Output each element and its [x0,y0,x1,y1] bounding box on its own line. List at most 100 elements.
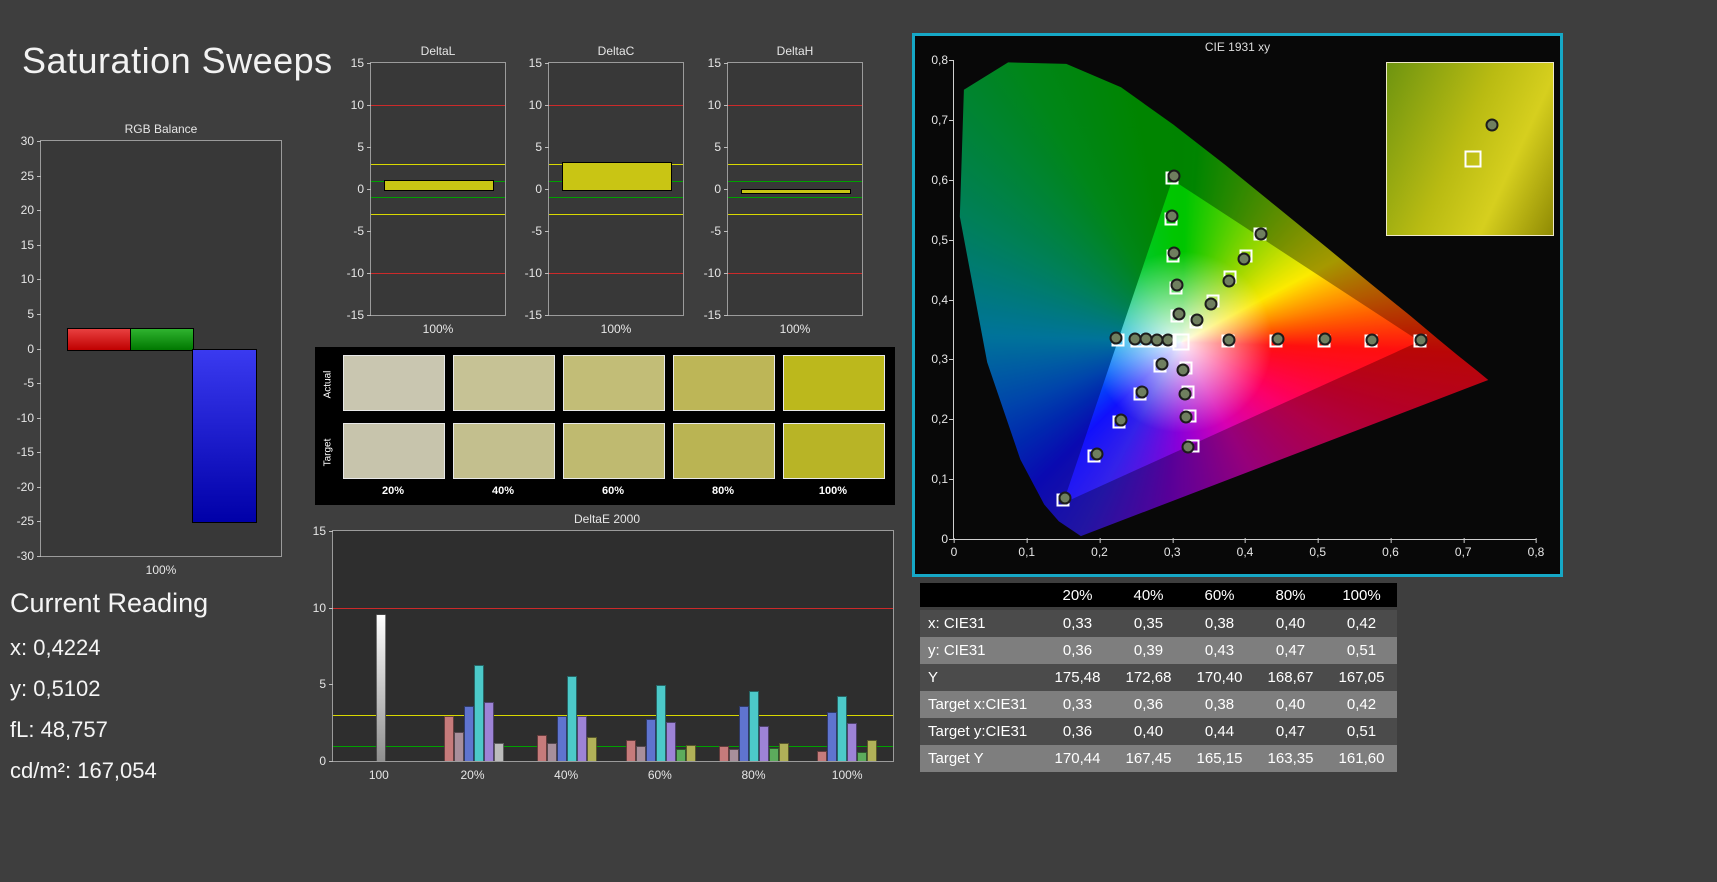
rgb-balance-chart[interactable]: RGB Balance 302520151050-5-10-15-20-25-3… [40,122,282,577]
delta-2-refline [728,214,862,215]
cie-1931-xy-panel[interactable]: CIE 1931 xy 00,10,20,30,40,50,60,70,80,8… [912,33,1563,577]
deltae2000-bar [837,696,847,761]
table-cell: 172,68 [1113,664,1184,691]
delta-0-ytick: 0 [357,183,364,195]
deltae2000-bar [867,740,877,761]
table-cell: 0,33 [1042,610,1113,637]
delta-0-refline [371,105,505,106]
table-cell: 170,44 [1042,745,1113,772]
cie-measured-circle [1222,333,1235,346]
deltae2000-bar [646,719,656,761]
deltae2000-ytick: 10 [313,602,326,614]
table-cell: 0,43 [1184,637,1255,664]
target-swatch-40% [453,423,555,479]
delta-2-ytick: -15 [704,309,721,321]
table-cell: 0,39 [1113,637,1184,664]
rgb-balance-ytick: 20 [21,204,34,216]
delta-2-ytick: 10 [708,99,721,111]
cie-measured-circle [1255,227,1268,240]
delta-1-refline [549,197,683,198]
swatch-row-label-actual: Actual [323,356,334,414]
saturation-sweeps-page: Saturation Sweeps RGB Balance 3025201510… [0,0,1717,882]
cie-inset-measured-circle [1485,118,1498,131]
deltal-xlabel: 100% [370,322,506,336]
deltae2000-bar [769,748,779,761]
rgb-balance-ytick: -25 [17,515,34,527]
rgb-balance-ytick: -20 [17,481,34,493]
deltae2000-group-label: 100% [832,768,863,782]
cie-zoom-inset [1386,62,1554,236]
table-column-header: 40% [1113,583,1184,607]
delta-0-refline [371,197,505,198]
table-cell: 175,48 [1042,664,1113,691]
delta-2-refline [728,164,862,165]
rgb-balance-ytick: 10 [21,273,34,285]
deltae2000-bar [484,702,494,761]
table-cell: 0,36 [1042,718,1113,745]
table-cell: 0,51 [1326,637,1397,664]
rgb-balance-bar-blue [192,349,256,524]
table-cell: 0,44 [1184,718,1255,745]
table-row-label: Y [920,664,1042,691]
deltae2000-group-label: 100 [369,768,389,782]
target-swatch-100% [783,423,885,479]
table-cell: 0,38 [1184,610,1255,637]
cie-measured-circle [1238,252,1251,265]
table-cell: 0,42 [1326,691,1397,718]
cie-y-tick-label: 0,2 [931,412,948,426]
delta-2-ytick: -10 [704,267,721,279]
deltae2000-plot: 151050 [332,530,894,762]
delta-1-ytick: 5 [535,141,542,153]
deltae2000-group-label: 40% [554,768,578,782]
target-swatch-60% [563,423,665,479]
cie-measured-circle [1110,332,1123,345]
rgb-balance-ytick: 25 [21,170,34,182]
deltae2000-chart[interactable]: DeltaE 2000 151050 10020%40%60%80%100% [318,512,896,784]
current-reading-cdm2: cd/m²: 167,054 [10,758,208,784]
cie-measured-circle [1059,492,1072,505]
deltal-chart[interactable]: DeltaL 151050-5-10-15 100% [370,44,506,336]
table-column-header: 20% [1042,583,1113,607]
deltae2000-bar [537,735,547,761]
table-column-header: 100% [1326,583,1397,607]
table-cell: 167,45 [1113,745,1184,772]
table-cell: 168,67 [1255,664,1326,691]
deltac-bar [562,162,671,191]
cie-y-tick-label: 0,3 [931,352,948,366]
table-row-label: Target x:CIE31 [920,691,1042,718]
deltae2000-bar [719,746,729,761]
rgb-balance-xlabel: 100% [40,563,282,577]
cie-measured-circle [1415,333,1428,346]
deltae2000-title: DeltaE 2000 [318,512,896,526]
deltac-chart[interactable]: DeltaC 151050-5-10-15 100% [548,44,684,336]
swatch-comparison-panel[interactable]: Actual Target 20%40%60%80%100% [315,347,895,505]
swatch-column-label: 100% [783,485,883,497]
deltah-chart[interactable]: DeltaH 151050-5-10-15 100% [727,44,863,336]
deltae2000-bar [827,712,837,761]
table-cell: 0,36 [1113,691,1184,718]
delta-2-refline [728,181,862,182]
swatch-column-label: 60% [563,485,663,497]
cie-measured-circle [1090,447,1103,460]
swatch-column-label: 40% [453,485,553,497]
deltah-title: DeltaH [727,44,863,58]
deltae2000-refline [333,715,893,716]
delta-0-ytick: -15 [347,309,364,321]
cie-measured-circle [1166,209,1179,222]
deltal-bar [384,180,493,191]
table-cell: 0,47 [1255,718,1326,745]
cie-measured-circle [1271,333,1284,346]
cie-measured-circle [1204,297,1217,310]
delta-0-ytick: 5 [357,141,364,153]
delta-1-ytick: -15 [525,309,542,321]
rgb-balance-ytick: -5 [23,377,34,389]
cie-x-tick-label: 0,7 [1455,545,1472,559]
deltae2000-ytick: 0 [319,755,326,767]
delta-0-refline [371,164,505,165]
table-cell: 170,40 [1184,664,1255,691]
cie-x-tick-label: 0,8 [1528,545,1545,559]
actual-swatch-60% [563,355,665,411]
cie-x-tick-label: 0,1 [1018,545,1035,559]
deltae2000-bar [567,676,577,761]
cie-measured-circle [1115,413,1128,426]
